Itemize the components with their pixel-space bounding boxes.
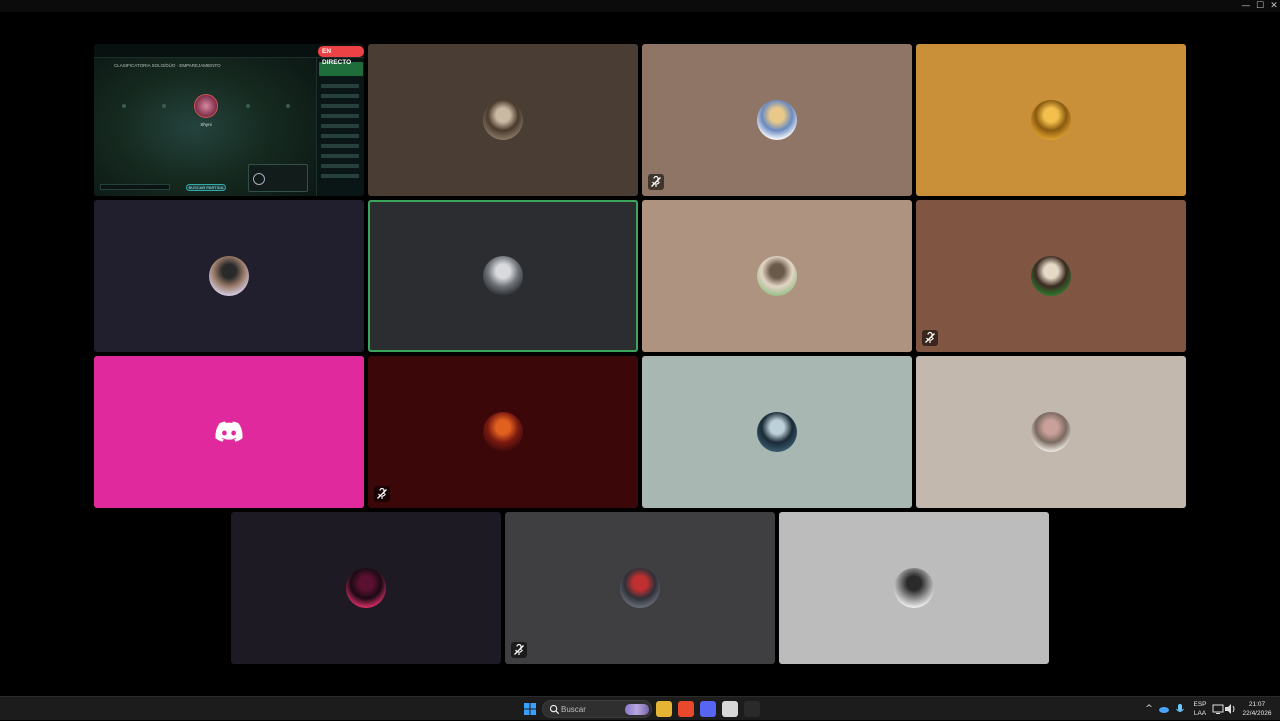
live-badge: EN DIRECTO (318, 46, 364, 66)
avatar (757, 412, 797, 452)
brave-browser-icon[interactable] (678, 701, 694, 717)
muted-icon (377, 487, 387, 499)
discord-logo-icon (215, 421, 243, 442)
participant-tile[interactable] (94, 356, 364, 508)
terminal-icon[interactable] (744, 701, 760, 717)
game-queue-title: CLASIFICATORIA SOLO/DÚO · EMPAREJAMIENTO (114, 63, 221, 68)
game-chat-input (100, 184, 170, 190)
avatar (894, 568, 934, 608)
avatar (757, 256, 797, 296)
participant-tile[interactable] (916, 200, 1186, 352)
participant-tile[interactable] (916, 44, 1186, 196)
participant-tile[interactable] (94, 200, 364, 352)
muted-badge (922, 330, 938, 346)
windows-icon (524, 703, 536, 715)
avatar (757, 100, 797, 140)
participant-tile[interactable] (505, 512, 775, 664)
muted-icon (925, 331, 935, 343)
muted-badge (648, 174, 664, 190)
avatar (1031, 256, 1071, 296)
close-button[interactable]: ✕ (1266, 0, 1280, 12)
search-placeholder: Buscar (561, 705, 586, 714)
search-highlight-image (625, 704, 649, 715)
muted-icon (651, 175, 661, 187)
game-player-name: Shyni (200, 122, 212, 127)
participant-tile[interactable] (779, 512, 1049, 664)
game-player-portrait (194, 94, 218, 118)
participant-tile[interactable] (642, 356, 912, 508)
muted-badge (511, 642, 527, 658)
participant-tile[interactable] (231, 512, 501, 664)
onedrive-icon[interactable] (1158, 702, 1170, 716)
participant-tile[interactable] (916, 356, 1186, 508)
muted-icon (514, 643, 524, 655)
network-icon[interactable] (1212, 702, 1224, 716)
game-friends-panel (316, 58, 364, 196)
taskbar: Buscar ^ ESP LAA 21:07 22/4/2026 (0, 696, 1280, 720)
avatar (483, 412, 523, 452)
volume-icon[interactable] (1224, 702, 1236, 716)
avatar (620, 568, 660, 608)
language-indicator[interactable]: ESP LAA (1190, 700, 1210, 718)
avatar (483, 100, 523, 140)
app-icon[interactable] (722, 701, 738, 717)
start-button[interactable] (522, 701, 538, 717)
avatar (1031, 412, 1071, 452)
discord-icon[interactable] (700, 701, 716, 717)
avatar (346, 568, 386, 608)
search-icon (549, 704, 560, 715)
microphone-icon[interactable] (1174, 702, 1186, 716)
system-clock[interactable]: 21:07 22/4/2026 (1238, 700, 1276, 718)
participant-tile[interactable] (642, 200, 912, 352)
participant-tile[interactable] (368, 44, 638, 196)
avatar (483, 256, 523, 296)
taskbar-search[interactable]: Buscar (542, 700, 652, 718)
stream-tile[interactable]: CLASIFICATORIA SOLO/DÚO · EMPAREJAMIENTO… (94, 44, 364, 196)
participant-tile[interactable] (642, 44, 912, 196)
participant-tile[interactable] (368, 356, 638, 508)
game-find-match-button: BUSCAR PARTIDA (186, 184, 226, 191)
avatar (209, 256, 249, 296)
avatar (1031, 100, 1071, 140)
muted-badge (374, 486, 390, 502)
game-popup (248, 164, 308, 192)
title-bar: — ☐ ✕ (0, 0, 1280, 12)
file-explorer-icon[interactable] (656, 701, 672, 717)
chevron-up-icon[interactable]: ^ (1143, 702, 1155, 716)
participant-tile[interactable] (368, 200, 638, 352)
